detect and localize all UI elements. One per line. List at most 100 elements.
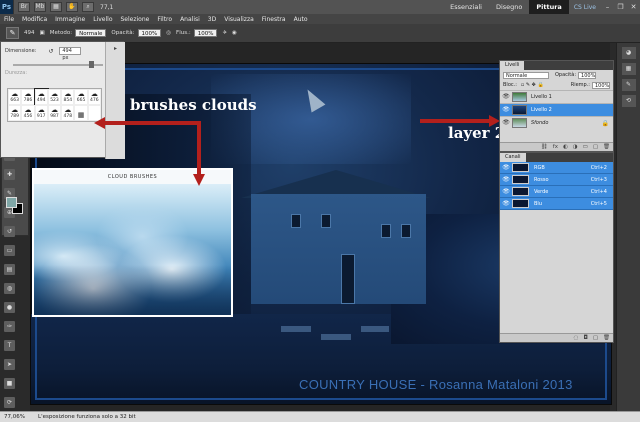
fx-icon[interactable]: fx — [553, 144, 558, 150]
brush-preset[interactable]: ☁ 478 — [61, 105, 75, 121]
visibility-eye-icon[interactable]: 👁 — [502, 200, 510, 208]
foreground-color-swatch[interactable] — [6, 197, 17, 208]
hand-tool-icon[interactable]: ✋ — [66, 2, 78, 12]
reset-size-icon[interactable]: ↺ — [48, 48, 53, 55]
brush-preset[interactable]: ☁ 456 — [21, 105, 35, 121]
brush-panel-menu-icon[interactable]: ▸ — [106, 45, 125, 52]
menu-analisi[interactable]: Analisi — [180, 16, 200, 23]
link-layers-icon[interactable]: ⛓ — [541, 144, 548, 150]
menu-livello[interactable]: Livello — [93, 16, 112, 23]
restore-icon[interactable]: ❐ — [615, 2, 626, 12]
brush-preset[interactable]: ☁ 786 — [21, 89, 35, 105]
close-icon[interactable]: ✕ — [628, 2, 639, 12]
menu-selezione[interactable]: Selezione — [121, 16, 150, 23]
brush-preset[interactable]: ☁ 665 — [74, 89, 88, 105]
arrow-to-cloud-image — [197, 121, 201, 176]
blur-tool-icon[interactable]: ◍ — [4, 283, 15, 294]
load-selection-icon[interactable]: ◌ — [574, 335, 579, 341]
channel-row-blu[interactable]: 👁 Blu Ctrl+5 — [500, 198, 613, 210]
dimensione-slider-handle[interactable] — [89, 61, 94, 68]
type-tool-icon[interactable]: T — [4, 340, 15, 351]
menu-filtro[interactable]: Filtro — [157, 16, 172, 23]
blend-mode-select[interactable]: Normale — [503, 71, 549, 79]
workspace-essenziali[interactable]: Essenziali — [443, 0, 489, 14]
cs-live-button[interactable]: CS Live — [569, 4, 601, 11]
shape-tool-icon[interactable]: ■ — [4, 378, 15, 389]
pen-tool-icon[interactable]: ✑ — [4, 321, 15, 332]
layer-row-livello-2[interactable]: 👁 Livello 2 — [500, 103, 613, 116]
menu-modifica[interactable]: Modifica — [22, 16, 47, 23]
layer-row-livello-1[interactable]: 👁 Livello 1 — [500, 90, 613, 103]
gradient-tool-icon[interactable]: ▤ — [4, 264, 15, 275]
tab-livelli[interactable]: Livelli — [500, 61, 525, 70]
new-layer-icon[interactable]: ▢ — [593, 144, 598, 150]
visibility-eye-icon[interactable]: 👁 — [502, 176, 510, 184]
mask-icon[interactable]: ◐ — [563, 144, 568, 150]
visibility-eye-icon[interactable]: 👁 — [502, 119, 510, 127]
flusso-field[interactable]: 100% — [193, 29, 218, 37]
brush-preset-selected[interactable]: ☁ 494 — [33, 88, 49, 106]
save-selection-icon[interactable]: ◘ — [583, 335, 587, 341]
brush-preset[interactable]: ☁ 663 — [8, 89, 22, 105]
history-brush-icon[interactable]: ↺ — [4, 226, 15, 237]
history-panel-icon[interactable]: ⟲ — [621, 95, 636, 107]
brush-preset[interactable]: ▦ — [74, 105, 88, 121]
visibility-eye-icon[interactable]: 👁 — [502, 106, 510, 114]
channel-row-rgb[interactable]: 👁 RGB Ctrl+2 — [500, 162, 613, 174]
metodo-select[interactable]: Normale — [75, 29, 107, 37]
brush-preset[interactable]: ☁ 523 — [47, 89, 62, 105]
tab-canali[interactable]: Canali — [500, 153, 526, 162]
adjustment-icon[interactable]: ◑ — [573, 144, 578, 150]
opacity-field[interactable]: 100% — [578, 71, 597, 79]
visibility-eye-icon[interactable]: 👁 — [502, 188, 510, 196]
color-panel-icon[interactable]: ◕ — [621, 47, 636, 59]
brush-panel-icon[interactable]: ✎ — [621, 79, 636, 91]
3d-rotate-icon[interactable]: ⟳ — [4, 397, 15, 408]
brush-size-readout[interactable]: 494 — [24, 30, 35, 36]
airbrush-icon[interactable]: ✈ — [222, 30, 227, 36]
path-select-icon[interactable]: ➤ — [4, 359, 15, 370]
trash-icon[interactable]: 🗑 — [603, 335, 610, 341]
menu-visualizza[interactable]: Visualizza — [224, 16, 254, 23]
zoom-level[interactable]: 77,1 — [100, 4, 113, 11]
menu-auto[interactable]: Auto — [294, 16, 308, 23]
fill-field[interactable]: 100% — [592, 81, 610, 89]
minibridge-icon[interactable]: Mb — [34, 2, 46, 12]
visibility-eye-icon[interactable]: 👁 — [502, 164, 510, 172]
bridge-icon[interactable]: Br — [18, 2, 30, 12]
zoom-tool-icon[interactable]: ⌕ — [82, 2, 94, 12]
channel-row-verde[interactable]: 👁 Verde Ctrl+4 — [500, 186, 613, 198]
guides-icon[interactable]: ▦ — [50, 2, 62, 12]
pressure-opacity-icon[interactable]: ◎ — [166, 30, 171, 36]
trash-icon[interactable]: 🗑 — [603, 144, 610, 150]
lock-icons[interactable]: ▫ ✎ ✥ 🔒 — [521, 82, 544, 88]
healing-tool-icon[interactable]: ✚ — [4, 169, 15, 180]
new-channel-icon[interactable]: ▢ — [593, 335, 598, 341]
brush-preset[interactable]: ☁ 476 — [87, 89, 101, 105]
channel-row-rosso[interactable]: 👁 Rosso Ctrl+3 — [500, 174, 613, 186]
brush-preset[interactable]: ☁ 917 — [34, 105, 48, 121]
brush-preset[interactable]: ☁ 854 — [61, 89, 75, 105]
menu-immagine[interactable]: Immagine — [55, 16, 85, 23]
menu-finestra[interactable]: Finestra — [262, 16, 286, 23]
brush-preset[interactable]: ☁ 987 — [47, 105, 62, 121]
eraser-tool-icon[interactable]: ▭ — [4, 245, 15, 256]
layer-row-sfondo[interactable]: 👁 Sfondo 🔒 — [500, 116, 613, 129]
brush-panel-toggle-icon[interactable]: ▣ — [40, 30, 45, 36]
opacita-field[interactable]: 100% — [137, 29, 162, 37]
visibility-eye-icon[interactable]: 👁 — [502, 93, 510, 101]
dimensione-field[interactable]: 494 px — [59, 47, 82, 61]
status-zoom[interactable]: 77,06% — [4, 414, 34, 420]
brush-tool-icon[interactable]: ✎ — [6, 27, 19, 39]
workspace-disegno[interactable]: Disegno — [489, 0, 529, 14]
swatches-panel-icon[interactable]: ▦ — [621, 63, 636, 75]
pressure-size-icon[interactable]: ◉ — [232, 30, 237, 36]
dodge-tool-icon[interactable]: ● — [4, 302, 15, 313]
workspace-pittura[interactable]: Pittura — [529, 0, 569, 14]
menu-3d[interactable]: 3D — [208, 16, 216, 23]
minimize-icon[interactable]: – — [602, 2, 613, 12]
arrow-to-layer-2 — [420, 119, 490, 123]
menu-file[interactable]: File — [4, 16, 14, 23]
folder-icon[interactable]: ▭ — [583, 144, 588, 150]
brush-preset[interactable]: ☁ 789 — [8, 105, 22, 121]
